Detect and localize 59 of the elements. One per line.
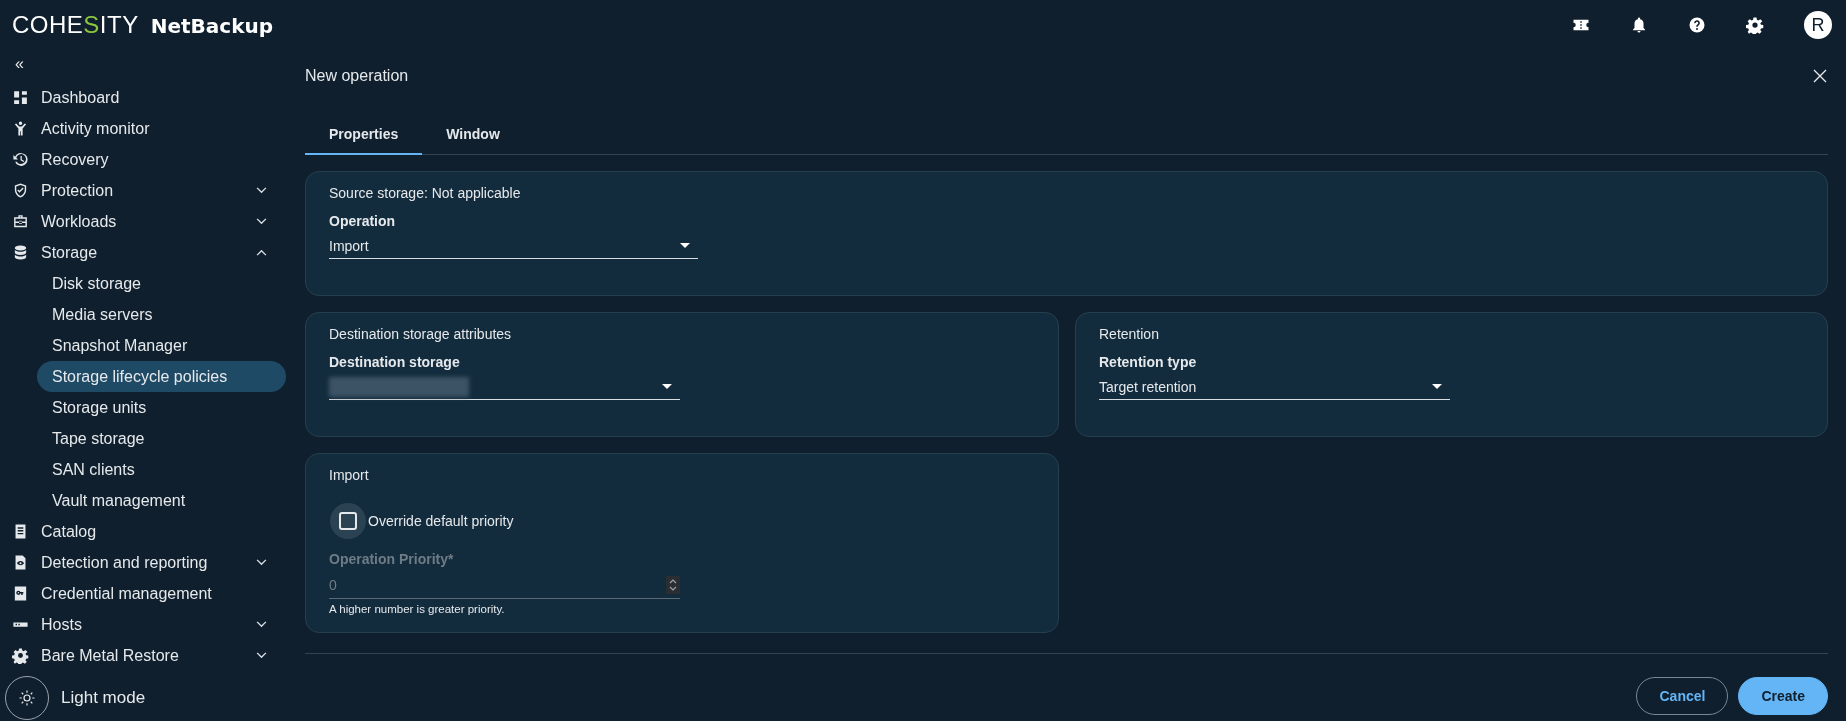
card-title: Destination storage attributes [329, 326, 513, 342]
nav-item[interactable]: Recovery [0, 144, 295, 175]
help-icon[interactable] [1688, 16, 1706, 34]
dashboard-icon [12, 89, 29, 106]
nav-item[interactable]: Hosts [0, 609, 295, 640]
retention-select[interactable]: Target retention [1099, 374, 1450, 400]
logo: COHESITY [12, 11, 139, 39]
nav-subitem[interactable]: Vault management [0, 485, 286, 516]
dropdown-icon [1432, 384, 1442, 389]
gear-icon [12, 647, 29, 664]
checkbox-label: Override default priority [368, 513, 514, 529]
card-title: Source storage: Not applicable [329, 185, 522, 201]
theme-label: Light mode [61, 688, 146, 708]
product-name: NetBackup [150, 14, 274, 38]
tab[interactable]: Properties [305, 116, 423, 155]
close-icon[interactable] [1812, 67, 1828, 84]
field-label: Operation Priority* [329, 551, 455, 567]
shield-icon [12, 182, 29, 199]
dropdown-icon [662, 384, 672, 389]
bell-icon[interactable] [1630, 16, 1648, 34]
spinner-icon [666, 575, 680, 594]
operation-select[interactable]: Import [329, 233, 698, 259]
nav-item[interactable]: Bare Metal Restore [0, 640, 295, 671]
card-title: Import [329, 467, 370, 483]
field-label: Retention type [1099, 354, 1198, 370]
history-icon [12, 151, 29, 168]
nav-subitem[interactable]: Tape storage [0, 423, 286, 454]
database-icon [12, 244, 29, 261]
create-button[interactable]: Create [1738, 677, 1828, 715]
card-title: Retention [1099, 326, 1160, 342]
briefcase-icon [12, 213, 29, 230]
field-label: Operation [329, 213, 397, 229]
nav-item[interactable]: Activity monitor [0, 113, 295, 144]
nav-item[interactable]: Storage [0, 237, 295, 268]
avatar[interactable]: R [1804, 11, 1832, 39]
nav-item[interactable]: Workloads [0, 206, 295, 237]
checkbox[interactable] [339, 512, 357, 530]
nav-subitem[interactable]: Storage lifecycle policies [37, 361, 286, 392]
dropdown-icon [680, 243, 690, 248]
destination-select[interactable] [329, 374, 680, 400]
sun-icon [18, 689, 36, 707]
nav-item[interactable]: Protection [0, 175, 295, 206]
nav-item[interactable]: Dashboard [0, 82, 295, 113]
nav-item[interactable]: Catalog [0, 516, 295, 547]
nav-item[interactable]: Detection and reporting [0, 547, 295, 578]
key-icon [12, 585, 29, 602]
field-hint: A higher number is greater priority. [329, 603, 506, 615]
nav-item[interactable]: Credential management [0, 578, 295, 609]
settings-icon[interactable] [1746, 16, 1764, 34]
collapse-button[interactable]: « [15, 56, 27, 74]
nav-subitem[interactable]: Disk storage [0, 268, 286, 299]
nav-subitem[interactable]: SAN clients [0, 454, 286, 485]
person-icon [12, 120, 29, 137]
dialog-title: New operation [305, 66, 409, 85]
nav-subitem[interactable]: Storage units [0, 392, 286, 423]
nav-subitem[interactable]: Media servers [0, 299, 286, 330]
tab[interactable]: Window [422, 116, 524, 155]
field-label: Destination storage [329, 354, 461, 370]
nav-subitem[interactable]: Snapshot Manager [0, 330, 286, 361]
